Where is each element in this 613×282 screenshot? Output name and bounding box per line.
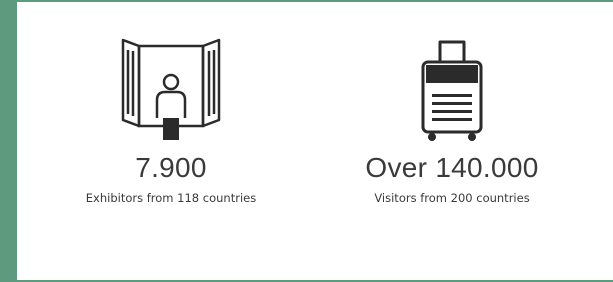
stat-value: Over 140.000	[365, 152, 539, 183]
suitcase-icon	[417, 38, 487, 142]
stat-caption: Visitors from 200 countries	[374, 191, 530, 205]
stat-value: 7.900	[135, 152, 207, 183]
stat-caption: Exhibitors from 118 countries	[85, 191, 257, 205]
frame-left-border	[0, 0, 17, 282]
exhibitor-booth-icon	[119, 38, 223, 142]
stats-panel: 7.900 Exhibitors from 118 countries Over…	[17, 2, 613, 280]
